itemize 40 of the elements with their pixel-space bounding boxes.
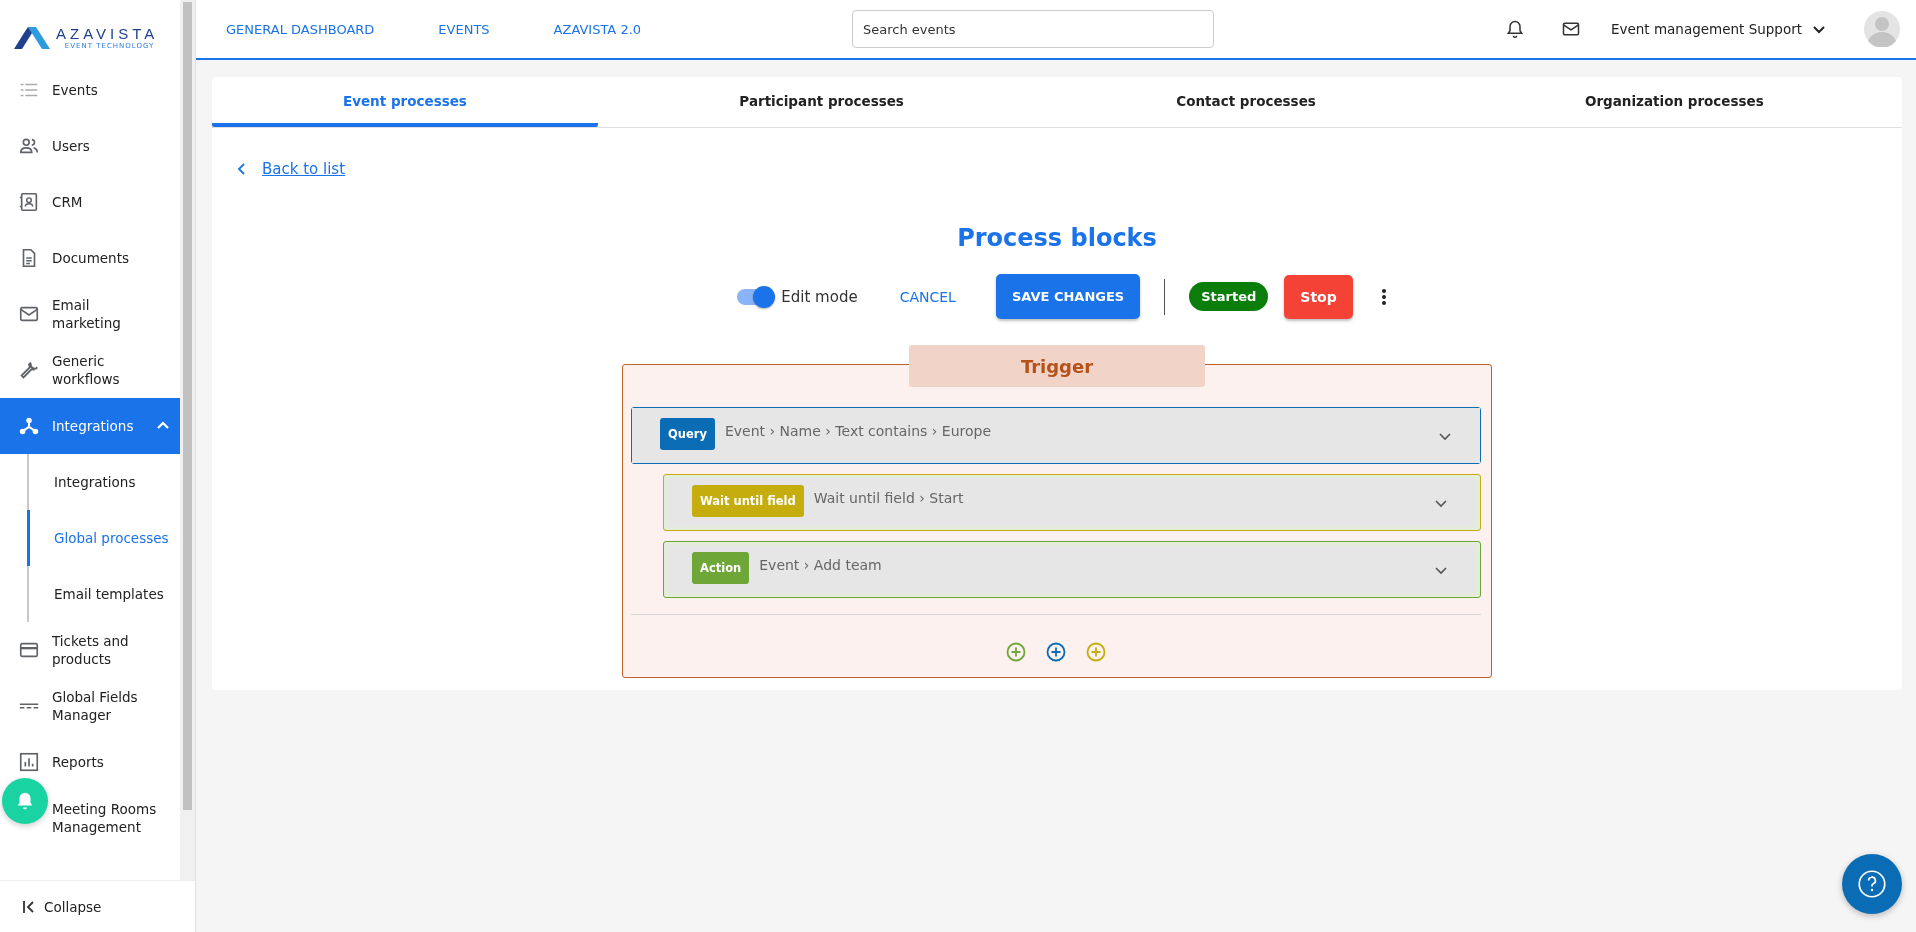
- sidebar-item[interactable]: Global Fields Manager: [0, 678, 180, 734]
- trigger-header: Trigger: [909, 345, 1205, 387]
- process-block[interactable]: Query Event › Name › Text contains › Europe: [631, 407, 1481, 464]
- sidebar-item[interactable]: Events: [0, 62, 180, 118]
- sidebar-subitem[interactable]: Integrations: [27, 454, 180, 510]
- tab[interactable]: Contact processes: [1045, 77, 1447, 127]
- nav-link[interactable]: EVENTS: [438, 21, 490, 37]
- nav-link[interactable]: AZAVISTA 2.0: [553, 21, 642, 37]
- status-badge: Started: [1189, 282, 1269, 311]
- block-tag: Query: [660, 417, 715, 450]
- sidebar-item[interactable]: CRM: [0, 174, 180, 230]
- stop-button[interactable]: Stop: [1284, 274, 1353, 319]
- toggle-label: Edit mode: [781, 287, 858, 306]
- block-summary: Wait until field › Start: [813, 489, 965, 506]
- tab[interactable]: Organization processes: [1446, 77, 1902, 127]
- page-title: Process blocks: [956, 224, 1158, 252]
- back-link[interactable]: Back to list: [262, 160, 346, 178]
- sidebar-item[interactable]: Email marketing: [0, 286, 180, 342]
- block-tag: Wait until field: [692, 484, 804, 517]
- cancel-button[interactable]: CANCEL: [887, 278, 968, 315]
- sidebar-item[interactable]: Integrations: [0, 398, 180, 454]
- block-summary: Event › Name › Text contains › Europe: [724, 422, 993, 439]
- user-menu[interactable]: Event management Support: [1610, 21, 1826, 37]
- process-block[interactable]: Action Event › Add team: [663, 541, 1481, 598]
- sidebar-item[interactable]: Tickets and products: [0, 622, 180, 678]
- tab[interactable]: Participant processes: [597, 77, 1046, 127]
- logo-name: AZAVISTA: [56, 26, 159, 42]
- process-block[interactable]: Wait until field Wait until field › Start: [663, 474, 1481, 531]
- tab[interactable]: Event processes: [212, 77, 598, 127]
- block-tag: Action: [692, 551, 750, 584]
- search-field[interactable]: Search events: [852, 10, 1214, 48]
- sidebar-item[interactable]: Documents: [0, 230, 180, 286]
- sidebar-item[interactable]: Reports: [0, 734, 180, 790]
- sidebar-item[interactable]: Users: [0, 118, 180, 174]
- block-summary: Event › Add team: [759, 556, 883, 573]
- save-button[interactable]: SAVE CHANGES: [995, 274, 1141, 319]
- sidebar-item[interactable]: Generic workflows: [0, 342, 180, 398]
- sidebar-item[interactable]: Meeting Rooms Management: [0, 790, 180, 846]
- nav-link[interactable]: GENERAL DASHBOARD: [226, 21, 375, 37]
- sidebar-subitem[interactable]: Email templates: [27, 566, 180, 622]
